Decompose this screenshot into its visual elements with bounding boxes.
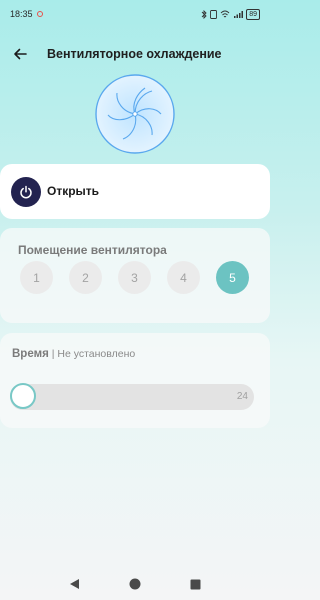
level-button-3[interactable]: 3 <box>118 261 151 294</box>
power-card[interactable]: Открыть <box>0 164 270 219</box>
wifi-icon <box>220 10 230 17</box>
page-title: Вентиляторное охлаждение <box>47 47 222 61</box>
room-card-title: Помещение вентилятора <box>18 243 167 257</box>
nav-back-button[interactable] <box>66 576 82 592</box>
time-title: Время <box>12 348 49 360</box>
level-button-5[interactable]: 5 <box>216 261 249 294</box>
time-slider[interactable] <box>10 384 254 410</box>
status-bar-right: 89 <box>201 8 260 20</box>
bluetooth-icon <box>201 9 207 19</box>
level-button-4[interactable]: 4 <box>167 261 200 294</box>
arrow-left-icon <box>14 48 27 60</box>
time-row: Время | Не установлено <box>12 348 135 360</box>
system-nav-bar <box>0 568 270 600</box>
open-label: Открыть <box>47 184 100 198</box>
status-time: 18:35 <box>10 9 33 19</box>
back-triangle-icon <box>69 579 79 589</box>
time-slider-max: 24 <box>236 391 248 402</box>
home-circle-icon <box>129 578 141 590</box>
level-selector: 1 2 3 4 5 <box>20 261 260 295</box>
nav-recents-button[interactable] <box>187 576 203 592</box>
time-status: Не установлено <box>57 348 136 360</box>
recents-square-icon <box>190 579 200 589</box>
power-icon <box>20 185 32 199</box>
power-button[interactable] <box>11 177 41 207</box>
level-button-2[interactable]: 2 <box>69 261 102 294</box>
time-slider-thumb[interactable] <box>10 383 36 409</box>
status-bar: 18:35 89 <box>0 0 270 28</box>
battery-icon: 89 <box>246 8 260 20</box>
app-header: Вентиляторное охлаждение <box>0 42 270 68</box>
time-separator: | <box>51 348 55 360</box>
level-button-1[interactable]: 1 <box>20 261 53 294</box>
back-button[interactable] <box>10 44 30 64</box>
notification-dot-icon <box>36 11 43 17</box>
fan-illustration <box>95 74 175 154</box>
fan-icon <box>94 73 176 155</box>
status-bar-left: 18:35 <box>10 9 43 19</box>
sim-icon <box>210 9 218 19</box>
nav-home-button[interactable] <box>127 576 143 592</box>
signal-icon <box>234 10 244 18</box>
